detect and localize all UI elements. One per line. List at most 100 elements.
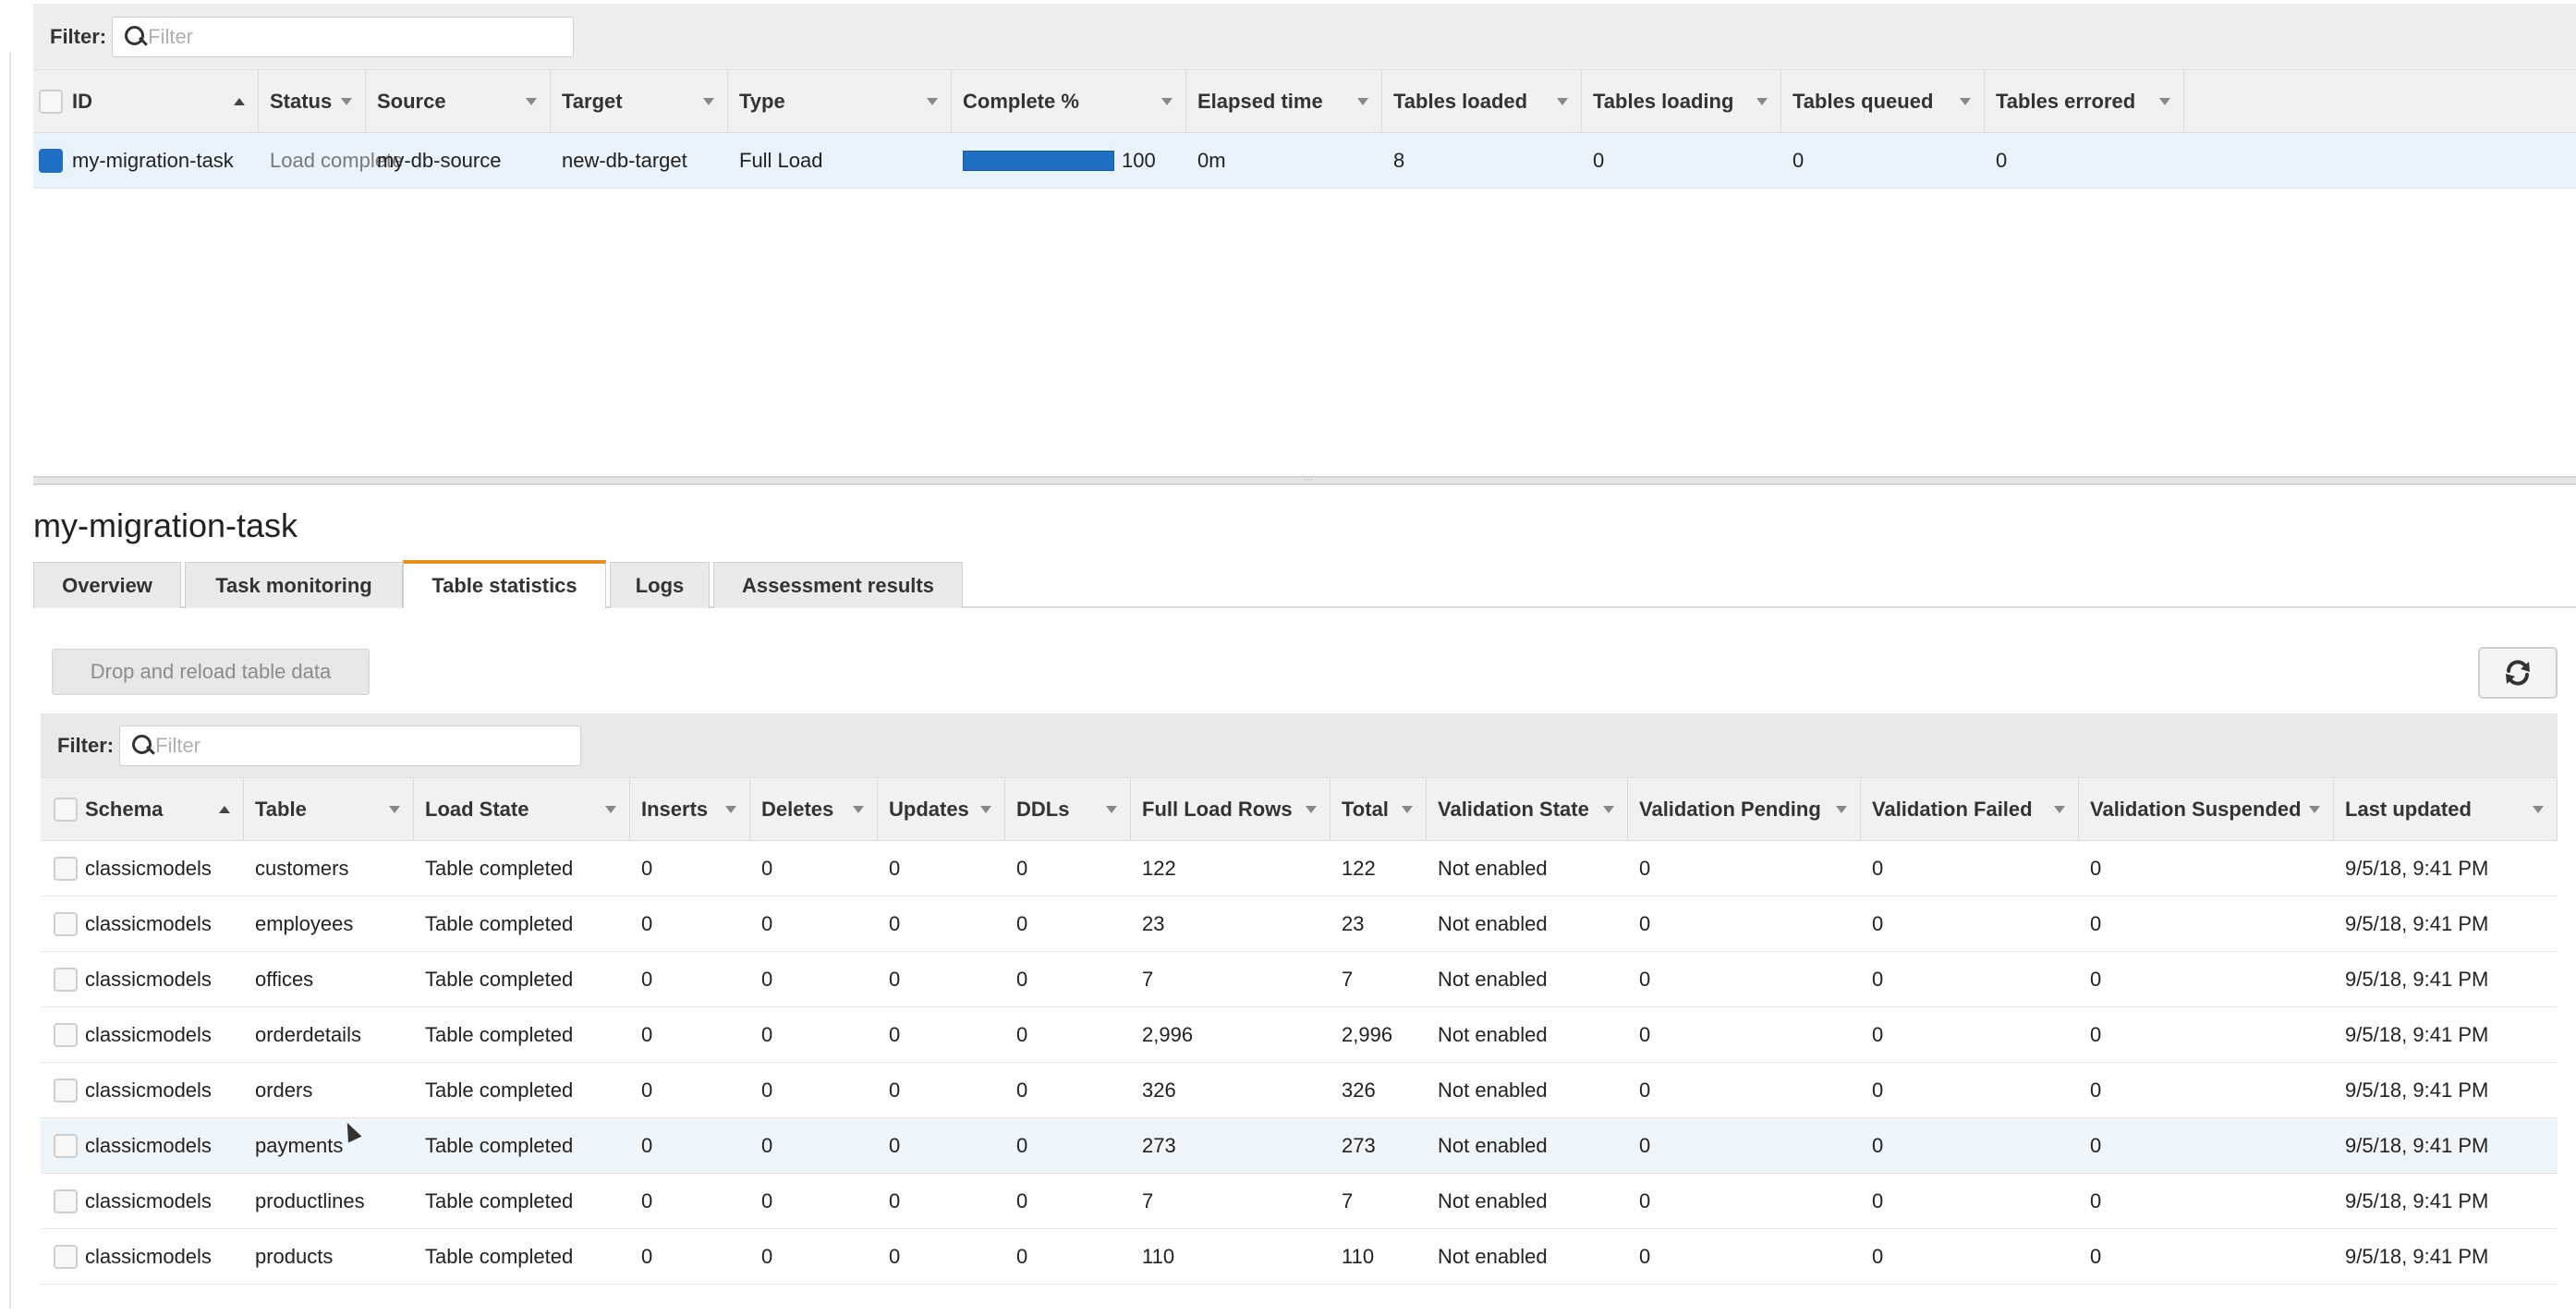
column-header-status[interactable]: Status [259,70,366,132]
sort-dropdown-icon[interactable] [853,805,864,813]
cell-schema: classicmodels [85,1133,212,1157]
table-row-checkbox-cell[interactable] [41,896,78,951]
task-filter-input[interactable] [112,16,575,57]
sort-dropdown-icon[interactable] [1836,805,1847,813]
column-header-label: Source [377,89,446,113]
table-row[interactable]: classicmodels customers Table completed 0 0 0… [41,841,2558,896]
sort-ascending-icon[interactable] [219,805,230,813]
stats-column-header-updates[interactable]: Updates [878,778,1005,840]
sort-dropdown-icon[interactable] [1756,97,1768,105]
cell-load-state: Table completed [425,856,574,880]
column-header-id[interactable]: ID [61,70,259,132]
stats-filter-input[interactable] [119,725,582,766]
stats-column-header-validation-state[interactable]: Validation State [1427,778,1628,840]
stats-column-header-total[interactable]: Total [1331,778,1427,840]
column-header-tables-errored[interactable]: Tables errored [1985,70,2184,132]
tab-logs[interactable]: Logs [610,562,710,608]
stats-filter-field[interactable] [155,733,563,758]
stats-column-header-validation-failed[interactable]: Validation Failed [1861,778,2079,840]
table-row-checkbox-cell[interactable] [41,952,78,1006]
table-row[interactable]: classicmodels payments Table completed 0 0 0 0… [41,1118,2558,1174]
search-icon [124,25,148,49]
sort-dropdown-icon[interactable] [2533,805,2544,813]
task-filter-field[interactable] [148,24,555,49]
stats-column-header-full-load-rows[interactable]: Full Load Rows [1131,778,1331,840]
sort-dropdown-icon[interactable] [2159,97,2170,105]
column-header-tables-loading[interactable]: Tables loading [1582,70,1781,132]
sort-dropdown-icon[interactable] [1557,97,1568,105]
stats-column-header-inserts[interactable]: Inserts [630,778,750,840]
column-header-target[interactable]: Target [551,70,728,132]
tab-task-monitoring[interactable]: Task monitoring [185,562,403,608]
sort-dropdown-icon[interactable] [526,97,537,105]
refresh-icon [2506,660,2530,686]
column-header-label: Target [562,89,623,113]
task-table-header: ID Status Source Target Type Complete % Elapse… [33,70,2576,133]
cell-ddls: 0 [1016,1022,1028,1046]
sort-dropdown-icon[interactable] [980,805,991,813]
sort-dropdown-icon[interactable] [1161,97,1173,105]
column-header-label: DDLs [1016,797,1070,821]
sort-dropdown-icon[interactable] [1402,805,1413,813]
stats-column-header-validation-pending[interactable]: Validation Pending [1628,778,1861,840]
sort-dropdown-icon[interactable] [2054,805,2065,813]
stats-column-header-schema[interactable]: Schema [74,778,244,840]
sort-dropdown-icon[interactable] [1357,97,1368,105]
column-header-elapsed-time[interactable]: Elapsed time [1186,70,1382,132]
refresh-button[interactable] [2478,647,2558,699]
table-row-checkbox-cell[interactable] [41,1174,78,1228]
task-row-checkbox[interactable] [39,148,63,173]
table-row[interactable]: classicmodels employees Table completed 0 0 0… [41,896,2558,952]
cell-validation-failed: 0 [1872,1244,1884,1268]
task-row[interactable]: my-migration-task Load complete my-db-sour… [33,133,2576,189]
sort-dropdown-icon[interactable] [703,97,714,105]
pane-splitter[interactable]: ⋯ [33,476,2576,485]
table-row[interactable]: classicmodels productlines Table completed… [41,1174,2558,1229]
task-cell-type: Full Load [739,148,823,172]
column-header-complete[interactable]: Complete % [952,70,1186,132]
table-row-checkbox-cell[interactable] [41,1229,78,1284]
column-header-source[interactable]: Source [366,70,551,132]
table-row-checkbox-cell[interactable] [41,1118,78,1173]
splitter-grip-icon[interactable]: ⋯ [1297,476,1319,485]
sort-dropdown-icon[interactable] [389,805,400,813]
table-row-checkbox-cell[interactable] [41,841,78,896]
table-row-checkbox-cell[interactable] [41,1063,78,1117]
sort-dropdown-icon[interactable] [605,805,616,813]
stats-column-header-table[interactable]: Table [244,778,414,840]
sort-dropdown-icon[interactable] [725,805,736,813]
table-row-checkbox-cell[interactable] [41,1007,78,1062]
sort-ascending-icon[interactable] [234,97,245,105]
stats-column-header-last-updated[interactable]: Last updated [2334,778,2558,840]
column-header-type[interactable]: Type [728,70,952,132]
stats-column-header-deletes[interactable]: Deletes [750,778,878,840]
stats-select-all-cell[interactable] [41,778,78,840]
cell-validation-suspended: 0 [2090,911,2102,935]
drop-reload-button[interactable]: Drop and reload table data [52,649,370,695]
progress-value: 100 [1122,148,1156,172]
task-row-checkbox-cell[interactable] [33,133,63,188]
stats-column-header-ddls[interactable]: DDLs [1005,778,1131,840]
sort-dropdown-icon[interactable] [1960,97,1971,105]
cell-schema: classicmodels [85,1022,212,1046]
table-row[interactable]: classicmodels orderdetails Table completed… [41,1007,2558,1063]
sort-dropdown-icon[interactable] [1603,805,1614,813]
detail-tabs: Overview Task monitoring Table statistics L… [33,560,2576,608]
table-row[interactable]: classicmodels offices Table completed 0 0 0 0 7… [41,952,2558,1007]
stats-column-header-validation-suspended[interactable]: Validation Suspended [2079,778,2334,840]
column-header-tables-loaded[interactable]: Tables loaded [1382,70,1582,132]
tab-table-statistics[interactable]: Table statistics [403,560,606,608]
select-all-checkbox[interactable] [39,89,63,114]
sort-dropdown-icon[interactable] [341,97,352,105]
tab-overview[interactable]: Overview [33,562,181,608]
table-row[interactable]: classicmodels products Table completed 0 0 0 0… [41,1229,2558,1285]
sort-dropdown-icon[interactable] [1306,805,1317,813]
sort-dropdown-icon[interactable] [1106,805,1117,813]
tab-assessment-results[interactable]: Assessment results [713,562,963,608]
table-row[interactable]: classicmodels orders Table completed 0 0 0 0 32… [41,1063,2558,1118]
sort-dropdown-icon[interactable] [927,97,938,105]
cell-validation-state: Not enabled [1438,911,1548,935]
stats-column-header-load-state[interactable]: Load State [414,778,630,840]
sort-dropdown-icon[interactable] [2309,805,2320,813]
column-header-tables-queued[interactable]: Tables queued [1781,70,1985,132]
